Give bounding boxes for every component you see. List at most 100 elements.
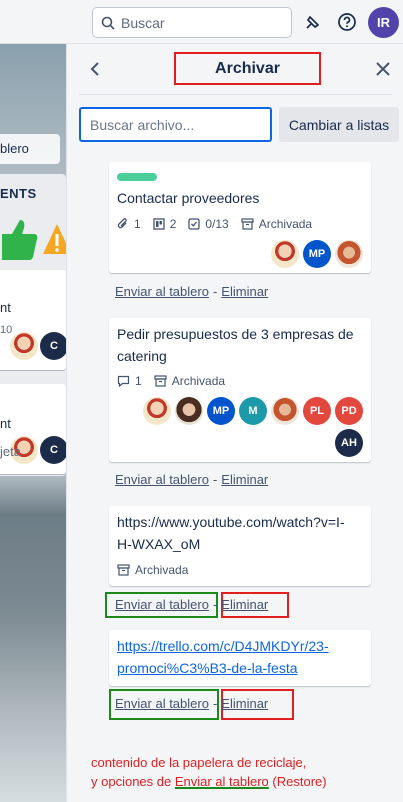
member-avatar: C [40,436,66,464]
archive-panel: Archivar Buscar archivo... Cambiar a lis… [66,44,403,802]
board-background: blero ENTS nt 10 C nt C jeta [0,44,66,802]
card-badges: 1 Archivada [117,374,237,388]
card-title-line: H-WXAX_oM [117,536,201,552]
board-badge: 2 [153,217,177,231]
board-count: 2 [169,217,177,231]
card-actions: Enviar al tablero - Eliminar [115,472,268,487]
archive-search-input[interactable]: Buscar archivo... [79,107,272,142]
member-avatar: MP [207,397,235,425]
member-avatar: M [239,397,267,425]
close-button[interactable] [373,59,393,79]
panel-header: Archivar [67,44,403,94]
annotation-line: y opciones de Enviar al tablero (Restore… [91,772,391,791]
annotation-highlight: Enviar al tablero [174,774,269,789]
search-icon [101,16,115,30]
notifications-icon[interactable] [302,11,324,33]
thumbs-up-icon [0,214,40,264]
card-title: https://www.youtube.com/watch?v=I- H-WXA… [117,511,345,555]
send-to-board-link[interactable]: Enviar al tablero [115,696,209,711]
send-to-board-link[interactable]: Enviar al tablero [115,284,209,299]
archived-badge: Archivada [117,563,188,577]
switch-to-lists-button[interactable]: Cambiar a listas [279,107,399,142]
send-to-board-link[interactable]: Enviar al tablero [115,597,209,612]
archive-icon [154,375,167,387]
delete-link[interactable]: Eliminar [221,696,268,711]
annotation-line: contenido de la papelera de reciclaje, [91,755,307,770]
archived-badge: Archivada [154,374,225,388]
member-avatar [335,240,363,268]
member-avatar [10,332,38,360]
actions-separator: - [212,696,218,711]
checklist-count: 0/13 [205,217,229,231]
delete-link[interactable]: Eliminar [221,472,268,487]
card-badges: 1 2 0/13 Archivada [117,217,324,231]
board-card-title: nt [0,300,11,315]
board-card-title: nt [0,416,11,431]
board-list-heading: ENTS [0,186,37,201]
attachments-count: 1 [134,217,141,231]
archived-status: Archivada [258,217,313,231]
panel-title: Archivar [174,52,321,85]
annotation-note: contenido de la papelera de reciclaje, y… [91,753,391,791]
header-divider [79,94,392,95]
checklist-badge: 0/13 [188,217,229,231]
member-avatar [143,397,171,425]
board-view-button-label: blero [0,141,29,156]
actions-separator: - [212,597,218,612]
delete-link[interactable]: Eliminar [221,597,268,612]
warning-icon [42,222,66,262]
archived-card[interactable]: https://www.youtube.com/watch?v=I- H-WXA… [109,506,371,586]
delete-link[interactable]: Eliminar [221,284,268,299]
member-avatar: MP [303,240,331,268]
board-card-meta: 10 [0,324,13,336]
card-title-line: https://trello.com/c/D4JMKDYr/23- [117,638,329,654]
card-title-line: promoci%C3%B3-de-la-festa [117,660,298,676]
card-title-link[interactable]: https://trello.com/c/D4JMKDYr/23- promoc… [117,635,329,679]
annotation-suffix: (Restore) [268,774,327,789]
card-title-line: catering [117,348,167,364]
member-avatar: PD [335,397,363,425]
archived-status: Archivada [171,374,226,388]
member-avatar: PL [303,397,331,425]
add-card-button[interactable]: jeta [0,444,21,459]
card-actions: Enviar al tablero - Eliminar [115,696,268,711]
actions-separator: - [212,472,218,487]
archive-icon [117,564,130,576]
attachments-badge: 1 [117,217,141,231]
global-search-input[interactable]: Buscar [92,7,292,38]
annotation-prefix: y opciones de [91,774,175,789]
user-avatar[interactable]: IR [368,7,399,38]
member-avatar [271,397,299,425]
comments-count: 1 [135,374,142,388]
board-card[interactable]: nt 10 C [0,270,66,370]
card-title-line: Pedir presupuestos de 3 empresas de [117,326,354,342]
archived-badge: Archivada [241,217,312,231]
top-bar: Buscar IR [0,0,403,44]
back-button[interactable] [85,59,105,79]
member-avatar [271,240,299,268]
card-title: Pedir presupuestos de 3 empresas de cate… [117,323,354,367]
card-actions: Enviar al tablero - Eliminar [115,284,268,299]
archive-search-placeholder: Buscar archivo... [90,116,195,133]
chevron-left-icon [90,62,99,76]
send-to-board-link[interactable]: Enviar al tablero [115,472,209,487]
help-icon[interactable] [336,11,358,33]
member-avatar [175,397,203,425]
card-badges: Archivada [117,563,200,577]
global-search-placeholder: Buscar [121,14,165,31]
close-icon [376,62,390,76]
actions-separator: - [212,284,218,299]
archived-card[interactable]: Pedir presupuestos de 3 empresas de cate… [109,318,371,462]
comment-icon [117,375,130,387]
archived-card[interactable]: Contactar proveedores 1 2 0/13 Archivada… [109,162,371,273]
card-actions: Enviar al tablero - Eliminar [115,597,268,612]
paperclip-icon [117,218,127,229]
card-label [117,173,157,181]
board-view-button[interactable]: blero [0,134,60,164]
archived-status: Archivada [135,563,189,577]
member-avatar: AH [335,429,363,457]
archive-icon [241,218,254,230]
board-card[interactable]: nt C [0,384,66,474]
archived-card[interactable]: https://trello.com/c/D4JMKDYr/23- promoc… [109,630,371,686]
member-avatar: C [40,332,66,360]
